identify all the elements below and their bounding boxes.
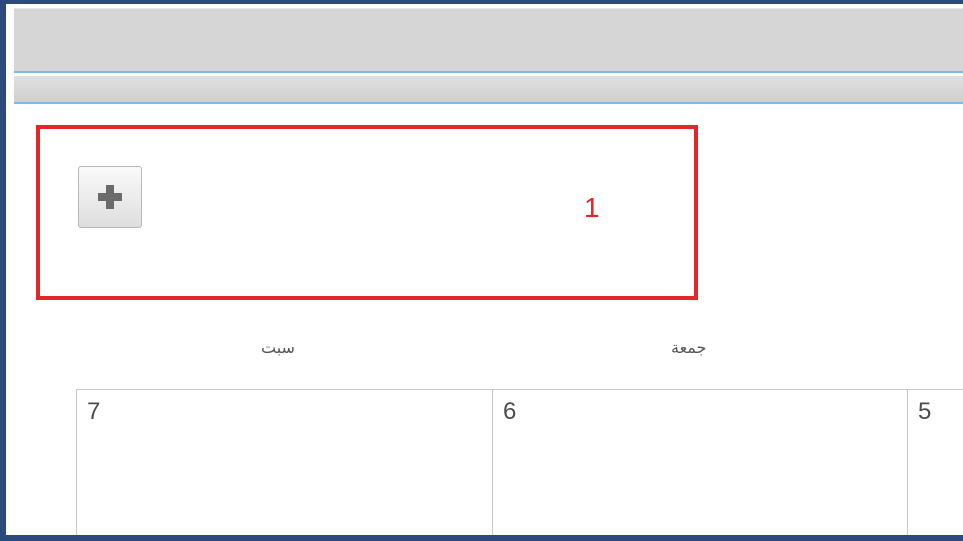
day-number: 7: [87, 398, 101, 425]
day-header-friday: جمعة: [671, 338, 707, 357]
calendar-day-cell[interactable]: 7: [76, 390, 492, 535]
annotation-number: 1: [584, 192, 600, 223]
day-number: 5: [918, 398, 932, 425]
calendar-grid: 7 6 5: [76, 389, 963, 535]
add-event-button[interactable]: [78, 166, 142, 228]
header-bar: [14, 8, 963, 73]
plus-icon: [98, 185, 122, 209]
app-window: 1 سبت جمعة 7 6 5: [0, 0, 963, 541]
calendar-day-cell[interactable]: 6: [492, 390, 907, 535]
day-number: 6: [503, 398, 517, 425]
subheader-strip: [14, 76, 963, 104]
calendar-day-cell[interactable]: 5: [907, 390, 963, 535]
day-header-saturday: سبت: [261, 338, 295, 357]
